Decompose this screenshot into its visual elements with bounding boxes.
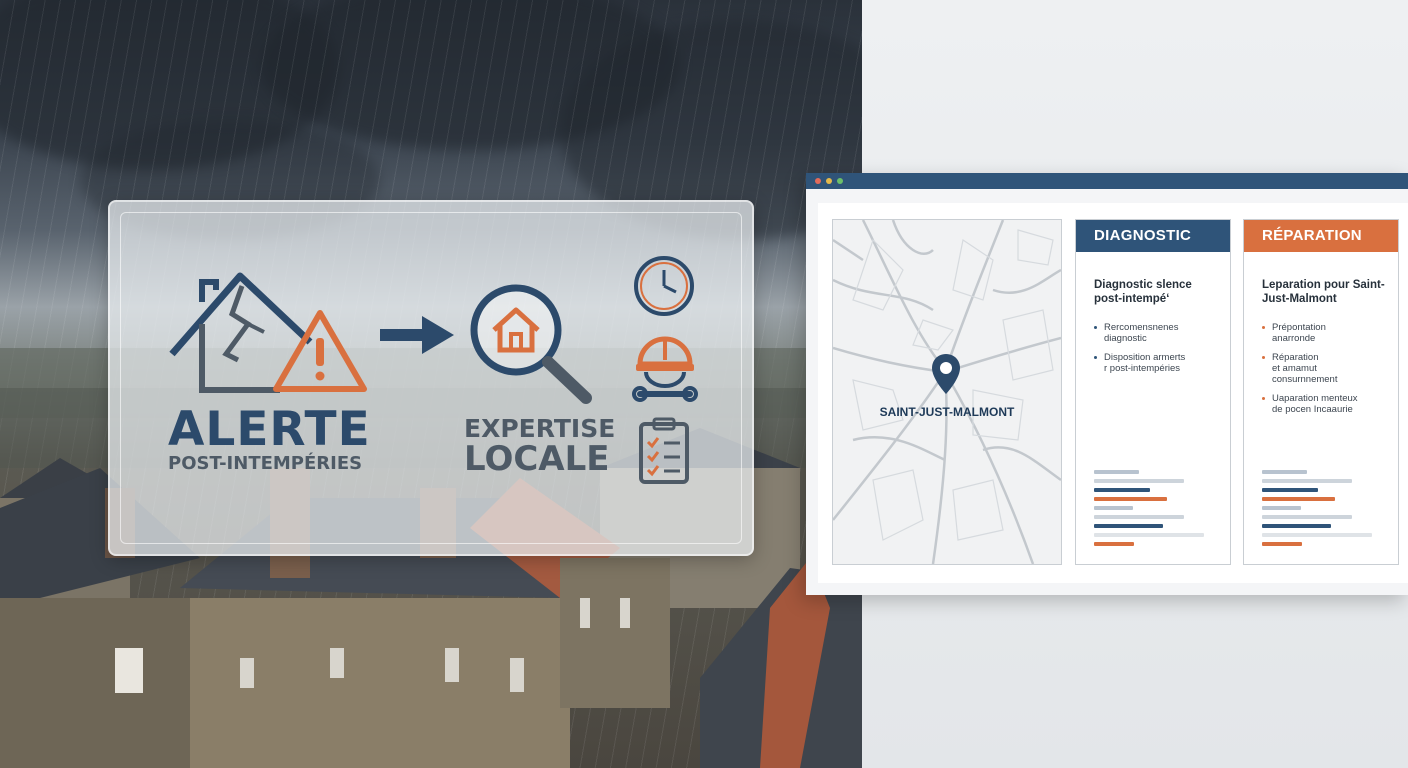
reparation-list: Prépontation anarronde Réparation et amam… bbox=[1260, 322, 1390, 423]
diagnostic-summary-bar bbox=[1094, 506, 1134, 510]
alert-subtitle: POST-INTEMPÉRIES bbox=[168, 453, 363, 474]
diagnostic-summary-bar bbox=[1094, 533, 1204, 537]
diagnostic-list-item: Disposition armerts r post-intempéries bbox=[1092, 352, 1222, 374]
reparation-summary-bar bbox=[1262, 524, 1332, 528]
reparation-list-item: Réparation et amamut consurnnement bbox=[1260, 352, 1390, 385]
expertise-line-2: LOCALE bbox=[464, 439, 610, 479]
hard-hat-wrench-icon bbox=[632, 336, 698, 402]
browser-window: SAINT-JUST-MALMONT DIAGNOSTIC Diagnostic… bbox=[806, 173, 1408, 595]
minimize-window-button[interactable] bbox=[826, 178, 832, 184]
warning-triangle-icon bbox=[273, 310, 367, 392]
clock-icon bbox=[634, 256, 694, 316]
reparation-summary-bar bbox=[1262, 515, 1352, 519]
reparation-summary-bar bbox=[1262, 542, 1303, 546]
arrow-right-icon bbox=[380, 316, 454, 354]
reparation-header: RÉPARATION bbox=[1244, 220, 1398, 252]
reparation-summary-bar bbox=[1262, 497, 1335, 501]
diagnostic-summary-bar bbox=[1094, 488, 1150, 492]
reparation-summary-bars bbox=[1262, 470, 1374, 551]
reparation-summary-bar bbox=[1262, 479, 1352, 483]
diagnostic-summary-bars bbox=[1094, 470, 1206, 551]
diagnostic-header: DIAGNOSTIC bbox=[1076, 220, 1230, 252]
reparation-title: Leparation pour Saint-Just-Malmont bbox=[1262, 279, 1385, 305]
map-pin-icon[interactable] bbox=[930, 352, 962, 396]
clipboard-checklist-icon bbox=[639, 417, 689, 484]
close-window-button[interactable] bbox=[815, 178, 821, 184]
maximize-window-button[interactable] bbox=[837, 178, 843, 184]
diagnostic-summary-bar bbox=[1094, 470, 1139, 474]
magnifier-house-icon bbox=[470, 284, 592, 404]
reparation-list-item: Prépontation anarronde bbox=[1260, 322, 1390, 344]
browser-title-bar bbox=[806, 173, 1408, 189]
diagnostic-title: Diagnostic slence post-intempé‘ bbox=[1094, 279, 1192, 305]
reparation-card[interactable]: RÉPARATION Leparation pour Saint-Just-Ma… bbox=[1243, 219, 1399, 565]
diagnostic-card[interactable]: DIAGNOSTIC Diagnostic slence post-intemp… bbox=[1075, 219, 1231, 565]
alert-title: ALERTE bbox=[168, 402, 371, 457]
reparation-summary-bar bbox=[1262, 470, 1307, 474]
reparation-summary-bar bbox=[1262, 533, 1372, 537]
diagnostic-list: Rer­comensnenes diagnostic Disposition ar… bbox=[1092, 322, 1222, 382]
reparation-summary-bar bbox=[1262, 506, 1302, 510]
diagnostic-summary-bar bbox=[1094, 515, 1184, 519]
reparation-list-item: Uaparation menteux de pocen Incaaurie bbox=[1260, 393, 1390, 415]
map-location-label: SAINT-JUST-MALMONT bbox=[879, 405, 1015, 419]
map-panel[interactable]: SAINT-JUST-MALMONT bbox=[832, 219, 1062, 565]
diagnostic-summary-bar bbox=[1094, 497, 1167, 501]
diagnostic-summary-bar bbox=[1094, 479, 1184, 483]
diagnostic-summary-bar bbox=[1094, 524, 1164, 528]
diagnostic-summary-bar bbox=[1094, 542, 1135, 546]
diagnostic-list-item: Rer­comensnenes diagnostic bbox=[1092, 322, 1222, 344]
reparation-summary-bar bbox=[1262, 488, 1318, 492]
